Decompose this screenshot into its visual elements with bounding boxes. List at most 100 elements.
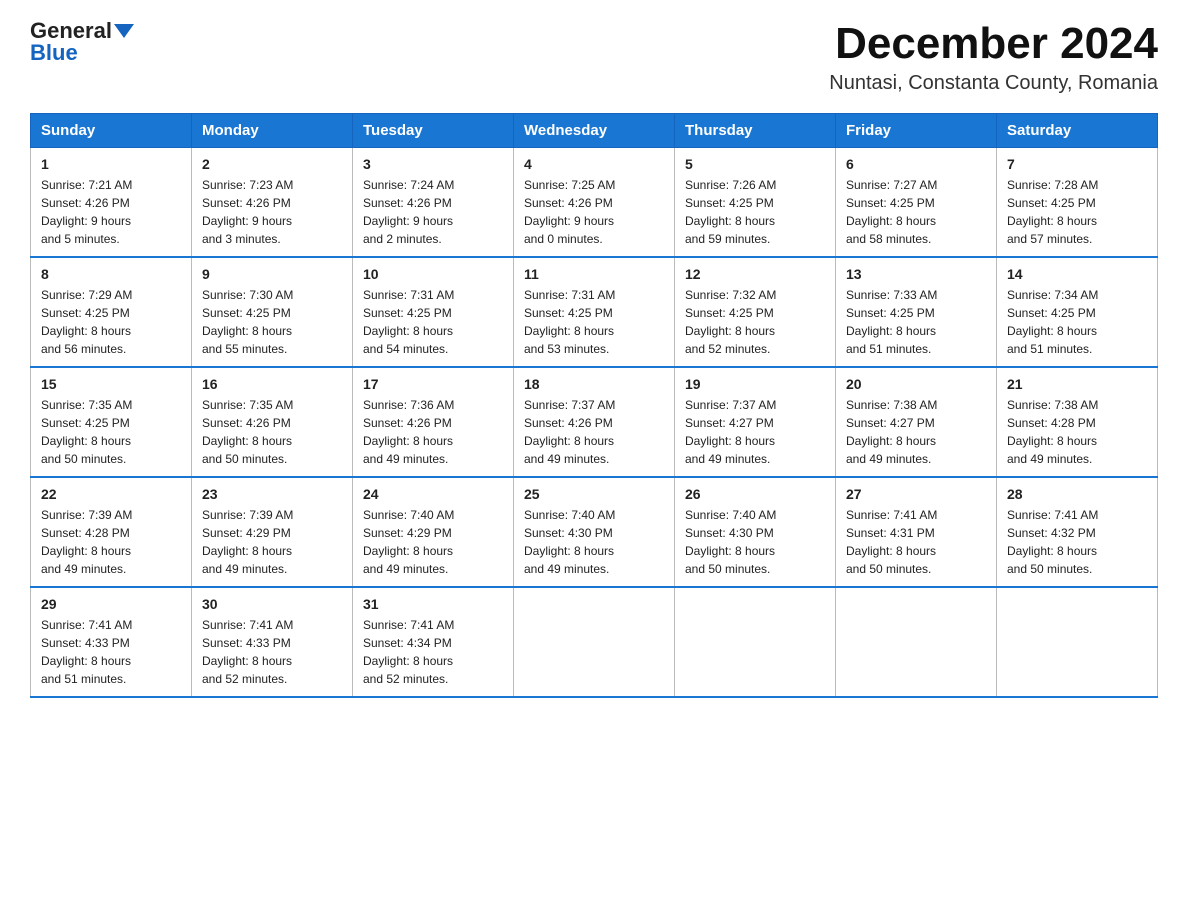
calendar-cell: 30 Sunrise: 7:41 AMSunset: 4:33 PMDaylig…	[192, 587, 353, 697]
calendar-week-row: 29 Sunrise: 7:41 AMSunset: 4:33 PMDaylig…	[31, 587, 1158, 697]
calendar-cell: 15 Sunrise: 7:35 AMSunset: 4:25 PMDaylig…	[31, 367, 192, 477]
day-number: 13	[846, 266, 986, 282]
calendar-cell: 2 Sunrise: 7:23 AMSunset: 4:26 PMDayligh…	[192, 148, 353, 258]
calendar-cell: 19 Sunrise: 7:37 AMSunset: 4:27 PMDaylig…	[675, 367, 836, 477]
day-number: 29	[41, 596, 181, 612]
calendar-header: SundayMondayTuesdayWednesdayThursdayFrid…	[31, 114, 1158, 148]
logo-blue-text: Blue	[30, 42, 78, 64]
calendar-cell: 8 Sunrise: 7:29 AMSunset: 4:25 PMDayligh…	[31, 257, 192, 367]
calendar-week-row: 1 Sunrise: 7:21 AMSunset: 4:26 PMDayligh…	[31, 148, 1158, 258]
day-number: 20	[846, 376, 986, 392]
month-year-title: December 2024	[829, 20, 1158, 68]
calendar-cell	[675, 587, 836, 697]
day-number: 30	[202, 596, 342, 612]
calendar-cell	[836, 587, 997, 697]
day-info: Sunrise: 7:41 AMSunset: 4:33 PMDaylight:…	[202, 616, 342, 688]
day-info: Sunrise: 7:30 AMSunset: 4:25 PMDaylight:…	[202, 286, 342, 358]
day-number: 11	[524, 266, 664, 282]
day-info: Sunrise: 7:31 AMSunset: 4:25 PMDaylight:…	[363, 286, 503, 358]
day-number: 27	[846, 486, 986, 502]
calendar-cell: 1 Sunrise: 7:21 AMSunset: 4:26 PMDayligh…	[31, 148, 192, 258]
day-info: Sunrise: 7:24 AMSunset: 4:26 PMDaylight:…	[363, 176, 503, 248]
day-number: 24	[363, 486, 503, 502]
calendar-cell: 26 Sunrise: 7:40 AMSunset: 4:30 PMDaylig…	[675, 477, 836, 587]
day-number: 8	[41, 266, 181, 282]
calendar-cell	[514, 587, 675, 697]
day-info: Sunrise: 7:37 AMSunset: 4:27 PMDaylight:…	[685, 396, 825, 468]
calendar-cell: 24 Sunrise: 7:40 AMSunset: 4:29 PMDaylig…	[353, 477, 514, 587]
calendar-cell: 13 Sunrise: 7:33 AMSunset: 4:25 PMDaylig…	[836, 257, 997, 367]
day-info: Sunrise: 7:26 AMSunset: 4:25 PMDaylight:…	[685, 176, 825, 248]
day-number: 5	[685, 156, 825, 172]
calendar-cell: 28 Sunrise: 7:41 AMSunset: 4:32 PMDaylig…	[997, 477, 1158, 587]
day-info: Sunrise: 7:41 AMSunset: 4:33 PMDaylight:…	[41, 616, 181, 688]
day-info: Sunrise: 7:38 AMSunset: 4:28 PMDaylight:…	[1007, 396, 1147, 468]
day-number: 7	[1007, 156, 1147, 172]
day-number: 22	[41, 486, 181, 502]
weekday-header-friday: Friday	[836, 114, 997, 148]
calendar-cell: 20 Sunrise: 7:38 AMSunset: 4:27 PMDaylig…	[836, 367, 997, 477]
calendar-cell: 7 Sunrise: 7:28 AMSunset: 4:25 PMDayligh…	[997, 148, 1158, 258]
day-number: 3	[363, 156, 503, 172]
day-info: Sunrise: 7:36 AMSunset: 4:26 PMDaylight:…	[363, 396, 503, 468]
calendar-cell: 31 Sunrise: 7:41 AMSunset: 4:34 PMDaylig…	[353, 587, 514, 697]
weekday-header-sunday: Sunday	[31, 114, 192, 148]
day-info: Sunrise: 7:28 AMSunset: 4:25 PMDaylight:…	[1007, 176, 1147, 248]
day-info: Sunrise: 7:35 AMSunset: 4:26 PMDaylight:…	[202, 396, 342, 468]
calendar-week-row: 22 Sunrise: 7:39 AMSunset: 4:28 PMDaylig…	[31, 477, 1158, 587]
day-number: 14	[1007, 266, 1147, 282]
day-info: Sunrise: 7:31 AMSunset: 4:25 PMDaylight:…	[524, 286, 664, 358]
day-info: Sunrise: 7:23 AMSunset: 4:26 PMDaylight:…	[202, 176, 342, 248]
day-info: Sunrise: 7:38 AMSunset: 4:27 PMDaylight:…	[846, 396, 986, 468]
calendar-cell: 16 Sunrise: 7:35 AMSunset: 4:26 PMDaylig…	[192, 367, 353, 477]
page-header: General Blue December 2024 Nuntasi, Cons…	[30, 20, 1158, 95]
calendar-cell: 17 Sunrise: 7:36 AMSunset: 4:26 PMDaylig…	[353, 367, 514, 477]
day-number: 10	[363, 266, 503, 282]
day-number: 9	[202, 266, 342, 282]
day-number: 19	[685, 376, 825, 392]
day-info: Sunrise: 7:39 AMSunset: 4:28 PMDaylight:…	[41, 506, 181, 578]
day-number: 25	[524, 486, 664, 502]
weekday-header-tuesday: Tuesday	[353, 114, 514, 148]
day-number: 26	[685, 486, 825, 502]
calendar-cell: 10 Sunrise: 7:31 AMSunset: 4:25 PMDaylig…	[353, 257, 514, 367]
title-block: December 2024 Nuntasi, Constanta County,…	[829, 20, 1158, 95]
calendar-cell: 11 Sunrise: 7:31 AMSunset: 4:25 PMDaylig…	[514, 257, 675, 367]
day-number: 17	[363, 376, 503, 392]
day-number: 12	[685, 266, 825, 282]
day-info: Sunrise: 7:41 AMSunset: 4:34 PMDaylight:…	[363, 616, 503, 688]
calendar-body: 1 Sunrise: 7:21 AMSunset: 4:26 PMDayligh…	[31, 148, 1158, 698]
calendar-cell: 29 Sunrise: 7:41 AMSunset: 4:33 PMDaylig…	[31, 587, 192, 697]
day-info: Sunrise: 7:27 AMSunset: 4:25 PMDaylight:…	[846, 176, 986, 248]
day-info: Sunrise: 7:25 AMSunset: 4:26 PMDaylight:…	[524, 176, 664, 248]
day-number: 2	[202, 156, 342, 172]
calendar-cell: 23 Sunrise: 7:39 AMSunset: 4:29 PMDaylig…	[192, 477, 353, 587]
calendar-cell: 21 Sunrise: 7:38 AMSunset: 4:28 PMDaylig…	[997, 367, 1158, 477]
calendar-cell: 3 Sunrise: 7:24 AMSunset: 4:26 PMDayligh…	[353, 148, 514, 258]
calendar-cell: 9 Sunrise: 7:30 AMSunset: 4:25 PMDayligh…	[192, 257, 353, 367]
day-number: 18	[524, 376, 664, 392]
day-number: 16	[202, 376, 342, 392]
day-info: Sunrise: 7:41 AMSunset: 4:31 PMDaylight:…	[846, 506, 986, 578]
day-number: 31	[363, 596, 503, 612]
day-info: Sunrise: 7:40 AMSunset: 4:30 PMDaylight:…	[524, 506, 664, 578]
day-info: Sunrise: 7:40 AMSunset: 4:29 PMDaylight:…	[363, 506, 503, 578]
weekday-header-monday: Monday	[192, 114, 353, 148]
day-info: Sunrise: 7:40 AMSunset: 4:30 PMDaylight:…	[685, 506, 825, 578]
calendar-cell: 22 Sunrise: 7:39 AMSunset: 4:28 PMDaylig…	[31, 477, 192, 587]
day-number: 4	[524, 156, 664, 172]
day-info: Sunrise: 7:32 AMSunset: 4:25 PMDaylight:…	[685, 286, 825, 358]
calendar-cell: 6 Sunrise: 7:27 AMSunset: 4:25 PMDayligh…	[836, 148, 997, 258]
day-number: 28	[1007, 486, 1147, 502]
day-info: Sunrise: 7:37 AMSunset: 4:26 PMDaylight:…	[524, 396, 664, 468]
calendar-cell: 12 Sunrise: 7:32 AMSunset: 4:25 PMDaylig…	[675, 257, 836, 367]
calendar-cell: 18 Sunrise: 7:37 AMSunset: 4:26 PMDaylig…	[514, 367, 675, 477]
calendar-week-row: 15 Sunrise: 7:35 AMSunset: 4:25 PMDaylig…	[31, 367, 1158, 477]
weekday-header-row: SundayMondayTuesdayWednesdayThursdayFrid…	[31, 114, 1158, 148]
day-info: Sunrise: 7:35 AMSunset: 4:25 PMDaylight:…	[41, 396, 181, 468]
day-info: Sunrise: 7:41 AMSunset: 4:32 PMDaylight:…	[1007, 506, 1147, 578]
location-subtitle: Nuntasi, Constanta County, Romania	[829, 72, 1158, 95]
day-number: 21	[1007, 376, 1147, 392]
day-info: Sunrise: 7:29 AMSunset: 4:25 PMDaylight:…	[41, 286, 181, 358]
weekday-header-thursday: Thursday	[675, 114, 836, 148]
